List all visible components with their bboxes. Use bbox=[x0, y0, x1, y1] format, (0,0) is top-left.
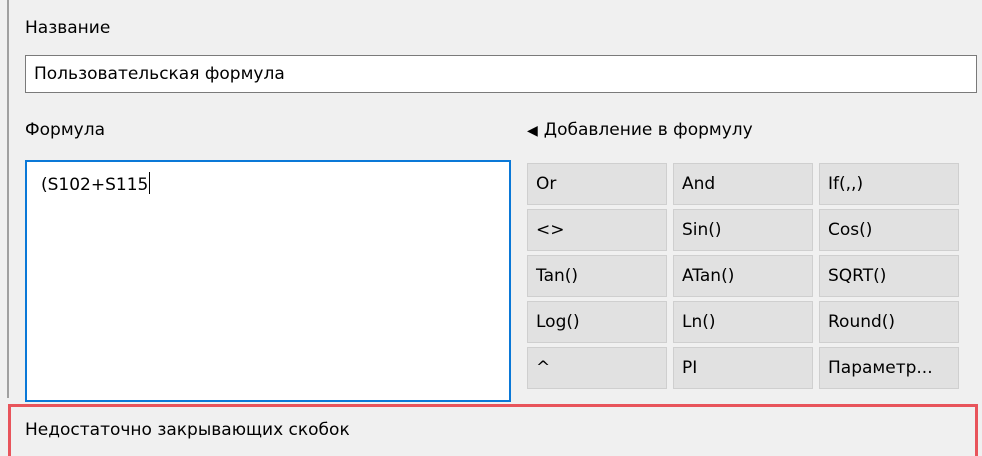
not-equal-button[interactable]: <> bbox=[527, 209, 667, 251]
window-left-border bbox=[7, 0, 9, 398]
parameter-button[interactable]: Параметр... bbox=[819, 347, 959, 389]
add-to-formula-label: Добавление в формулу bbox=[543, 120, 753, 140]
power-button[interactable]: ^ bbox=[527, 347, 667, 389]
name-label: Название bbox=[25, 18, 111, 38]
formula-textarea[interactable]: (S102+S115 bbox=[25, 160, 511, 402]
tan-button[interactable]: Tan() bbox=[527, 255, 667, 297]
function-button-grid: Or And If(,,) <> Sin() Cos() Tan() ATan(… bbox=[527, 163, 959, 389]
sin-button[interactable]: Sin() bbox=[673, 209, 813, 251]
log-button[interactable]: Log() bbox=[527, 301, 667, 343]
pi-button[interactable]: PI bbox=[673, 347, 813, 389]
error-status-bar: Недостаточно закрывающих скобок bbox=[8, 404, 978, 456]
error-message: Недостаточно закрывающих скобок bbox=[25, 420, 350, 440]
cos-button[interactable]: Cos() bbox=[819, 209, 959, 251]
atan-button[interactable]: ATan() bbox=[673, 255, 813, 297]
if-button[interactable]: If(,,) bbox=[819, 163, 959, 205]
ln-button[interactable]: Ln() bbox=[673, 301, 813, 343]
and-button[interactable]: And bbox=[673, 163, 813, 205]
sqrt-button[interactable]: SQRT() bbox=[819, 255, 959, 297]
formula-text: (S102+S115 bbox=[41, 175, 149, 195]
collapse-triangle-icon: ◀ bbox=[527, 123, 538, 139]
name-input[interactable]: Пользовательская формула bbox=[25, 55, 977, 93]
add-to-formula-toggle[interactable]: ◀ Добавление в формулу bbox=[527, 120, 753, 140]
text-caret bbox=[149, 172, 151, 194]
formula-label: Формула bbox=[25, 120, 105, 140]
round-button[interactable]: Round() bbox=[819, 301, 959, 343]
or-button[interactable]: Or bbox=[527, 163, 667, 205]
